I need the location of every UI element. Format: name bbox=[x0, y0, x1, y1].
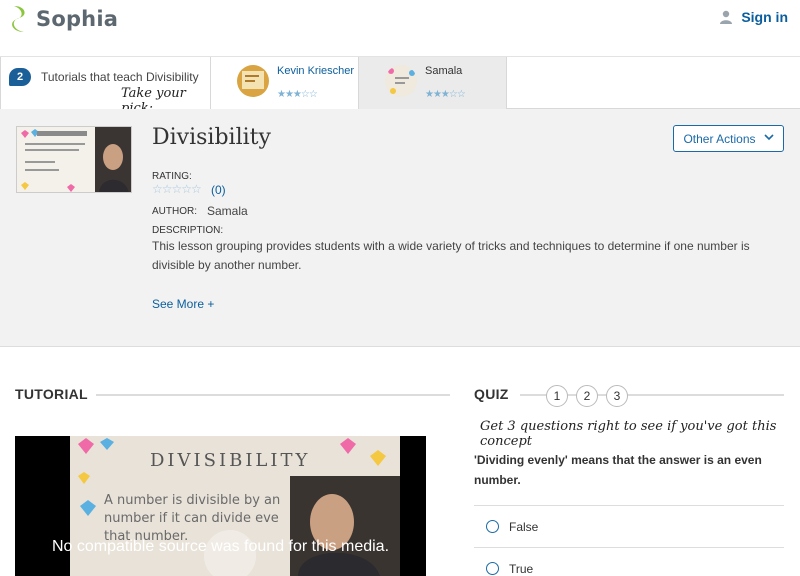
rating-label: RATING: bbox=[152, 171, 192, 182]
sign-in-label: Sign in bbox=[741, 9, 788, 25]
other-actions-label: Other Actions bbox=[683, 131, 756, 146]
quiz-option-label: True bbox=[509, 561, 534, 576]
quiz-step-3[interactable]: 3 bbox=[606, 385, 628, 407]
radio-button[interactable] bbox=[486, 562, 499, 575]
quiz-question: 'Dividing evenly' means that the answer … bbox=[474, 453, 762, 487]
video-error-message: No compatible source was found for this … bbox=[51, 538, 390, 555]
rating-count[interactable]: (0) bbox=[211, 183, 226, 197]
rating-stars[interactable]: ☆☆☆☆☆ bbox=[152, 182, 202, 196]
user-icon bbox=[720, 10, 733, 24]
quiz-heading: QUIZ bbox=[474, 386, 517, 402]
tutorial-card-samala[interactable]: Samala ★★★☆☆ bbox=[359, 57, 507, 109]
radio-button[interactable] bbox=[486, 520, 499, 533]
tutorial-count-badge: 2 bbox=[9, 68, 31, 86]
svg-text:A number is divisible by an: A number is divisible by an bbox=[104, 493, 280, 508]
chevron-down-icon bbox=[763, 133, 774, 144]
quiz-step-2[interactable]: 2 bbox=[576, 385, 598, 407]
tutorial-author: Kevin Kriescher bbox=[277, 65, 355, 77]
lesson-description: This lesson grouping provides students w… bbox=[152, 239, 750, 272]
quiz-option-label: False bbox=[509, 519, 539, 534]
tutorial-picker-strip: 2 Tutorials that teach Divisibility Take… bbox=[0, 57, 800, 116]
tutorial-rating-stars: ★★★☆☆ bbox=[425, 89, 466, 100]
tutorial-picker-title: Tutorials that teach Divisibility bbox=[41, 70, 199, 84]
sign-in-link[interactable]: Sign in bbox=[719, 9, 788, 25]
video-player[interactable]: DIVISIBILITY A number is divisible by an… bbox=[15, 436, 426, 576]
brand-name: Sophia bbox=[36, 7, 119, 31]
tutorial-card-kevin-kriescher[interactable]: Kevin Kriescher ★★★☆☆ bbox=[211, 57, 359, 109]
sophia-logo[interactable]: Sophia bbox=[8, 4, 118, 34]
quiz-option-true[interactable]: True bbox=[474, 547, 784, 576]
other-actions-button[interactable]: Other Actions bbox=[673, 125, 784, 152]
author-label: AUTHOR: bbox=[152, 206, 197, 217]
svg-text:DIVISIBILITY: DIVISIBILITY bbox=[150, 450, 310, 471]
tutorial-rating-stars: ★★★☆☆ bbox=[277, 89, 318, 100]
tutorial-author: Samala bbox=[425, 65, 463, 77]
tutorial-heading-rule bbox=[90, 394, 450, 396]
author-name: Samala bbox=[207, 204, 248, 218]
quiz-tagline: Get 3 questions right to see if you've g… bbox=[480, 419, 777, 449]
quiz-step-1[interactable]: 1 bbox=[546, 385, 568, 407]
svg-text:number if it can divide eve: number if it can divide eve bbox=[104, 511, 279, 526]
sophia-leaf-icon bbox=[12, 6, 25, 32]
tutorial-heading: TUTORIAL bbox=[15, 386, 96, 402]
tutorial-thumbnail bbox=[237, 65, 269, 97]
lesson-thumbnail bbox=[16, 126, 132, 193]
see-more-link[interactable]: See More + bbox=[152, 297, 214, 311]
site-header: Sophia Sign in bbox=[0, 0, 800, 57]
tutorial-picker-intro: 2 Tutorials that teach Divisibility Take… bbox=[0, 57, 211, 116]
page-title: Divisibility bbox=[152, 125, 271, 150]
quiz-option-false[interactable]: False bbox=[474, 505, 784, 547]
description-label: DESCRIPTION: bbox=[152, 225, 224, 236]
lesson-info-panel: Divisibility Other Actions RATING: ☆☆☆☆☆… bbox=[0, 109, 800, 347]
tutorial-thumbnail bbox=[385, 65, 417, 97]
